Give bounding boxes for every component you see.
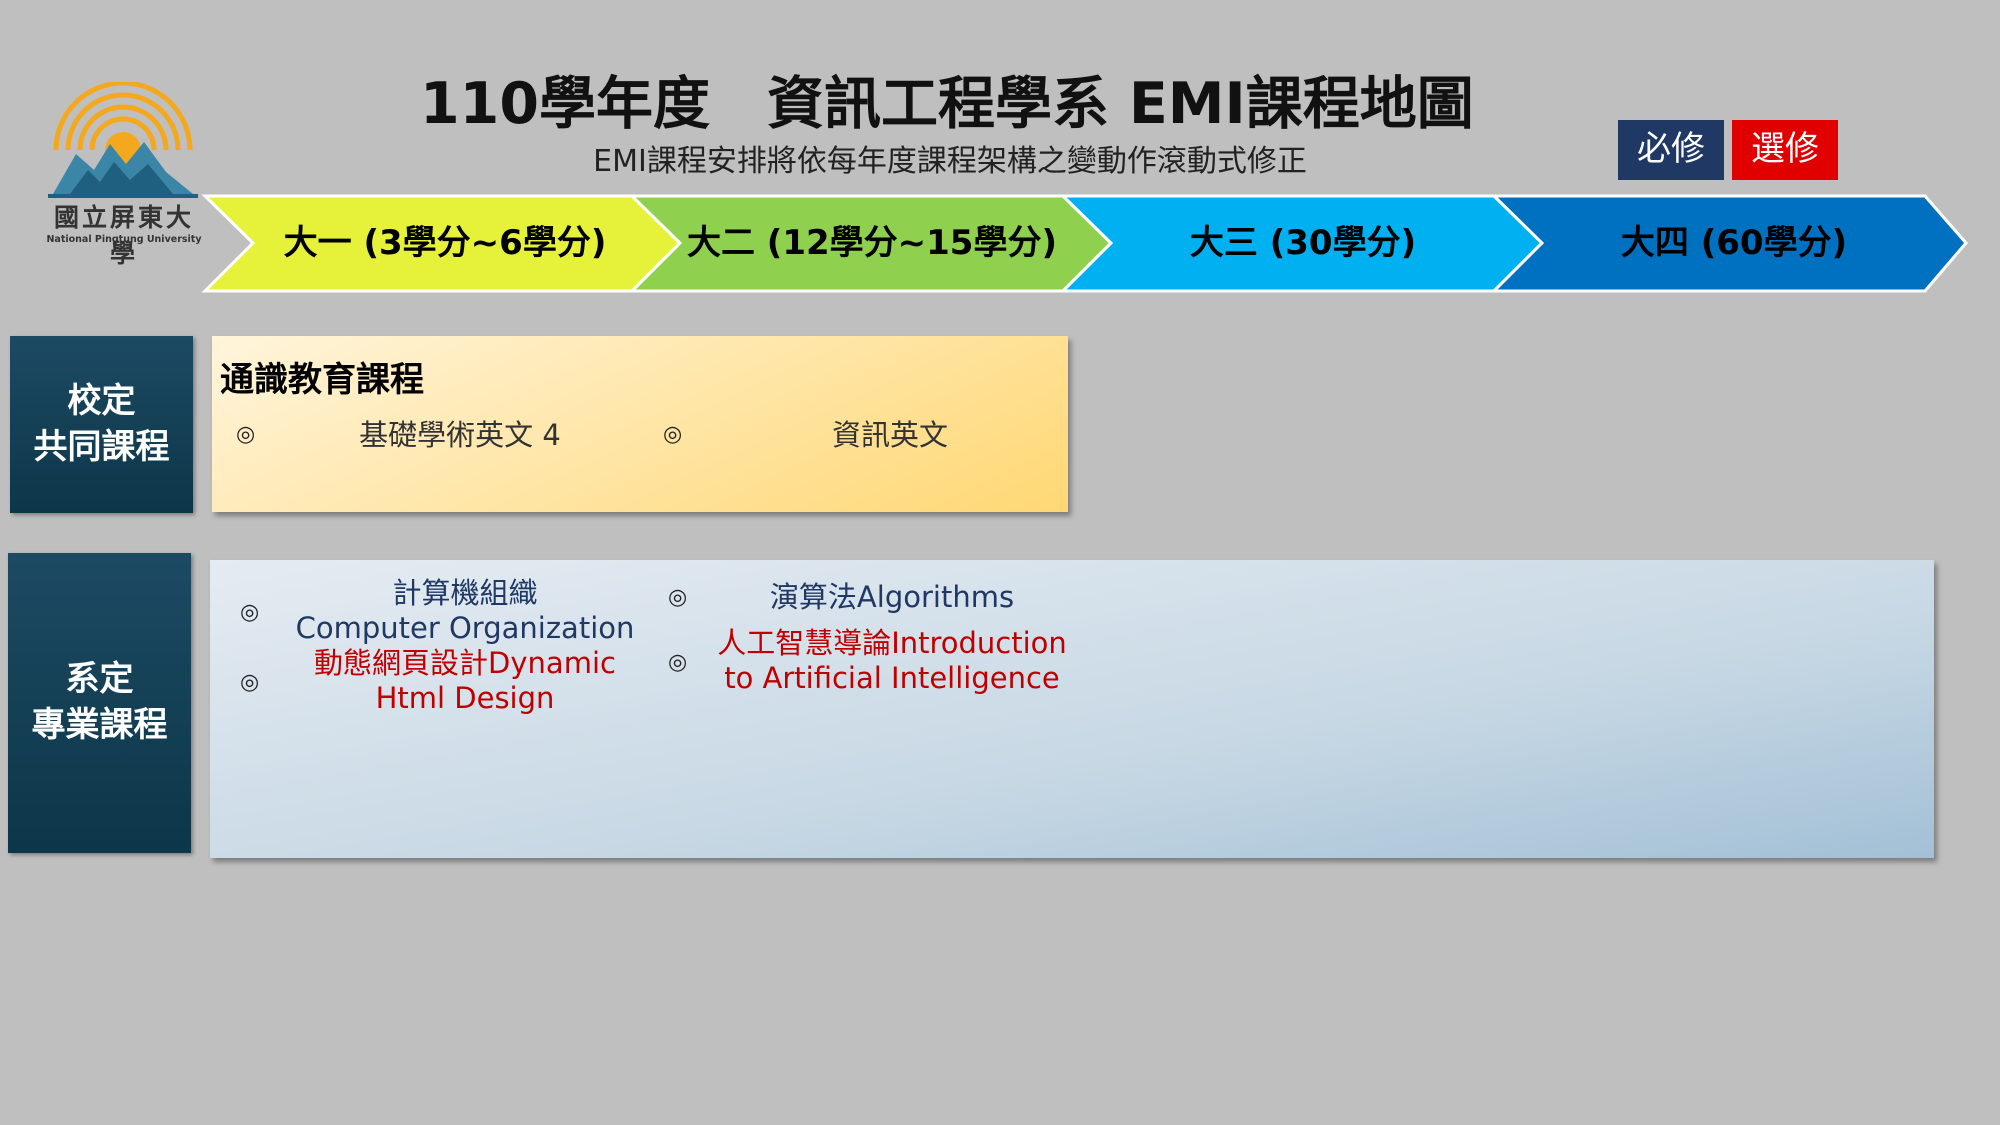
double-circle-icon: ◎ [236, 422, 256, 447]
year-label-4: 大四 (60學分) [1620, 223, 1848, 263]
side-label-line: 系定 [65, 659, 134, 700]
double-circle-icon: ◎ [663, 422, 683, 447]
course-computer-organization: 計算機組織 Computer Organization [290, 576, 640, 646]
course-information-english: 資訊英文 [831, 418, 948, 452]
side-label-line: 專業課程 [31, 705, 168, 745]
course-intro-artificial-intelligence: 人工智慧導論Introduction to Artificial Intelli… [702, 626, 1082, 696]
course-dynamic-html-design: 動態網頁設計Dynamic Html Design [290, 646, 640, 716]
course-basic-academic-english: 基礎學術英文 4 [359, 418, 561, 452]
year-label-1: 大一 (3學分~6學分) [283, 223, 607, 263]
year-label-3: 大三 (30學分) [1189, 223, 1417, 263]
side-label-line: 共同課程 [33, 426, 170, 467]
course-name-line: to Artificial Intelligence [724, 661, 1060, 695]
side-label-line: 校定 [67, 380, 136, 421]
course-name-line: 人工智慧導論Introduction [717, 626, 1067, 660]
double-circle-icon: ◎ [240, 600, 260, 625]
course-name-line: Computer Organization [295, 611, 635, 645]
general-education-heading: 通識教育課程 [220, 360, 424, 400]
course-name-line: 計算機組織 [392, 576, 538, 610]
double-circle-icon: ◎ [668, 650, 688, 675]
double-circle-icon: ◎ [240, 670, 260, 695]
course-name-line: 動態網頁設計Dynamic [314, 646, 616, 680]
department-courses-label: 系定 專業課程 [8, 553, 191, 853]
course-name-line: 演算法Algorithms [769, 580, 1015, 614]
school-common-courses-label: 校定 共同課程 [10, 336, 193, 513]
double-circle-icon: ◎ [668, 585, 688, 610]
year-label-2: 大二 (12學分~15學分) [686, 223, 1058, 263]
course-algorithms: 演算法Algorithms [712, 580, 1072, 615]
course-name-line: Html Design [375, 681, 555, 715]
